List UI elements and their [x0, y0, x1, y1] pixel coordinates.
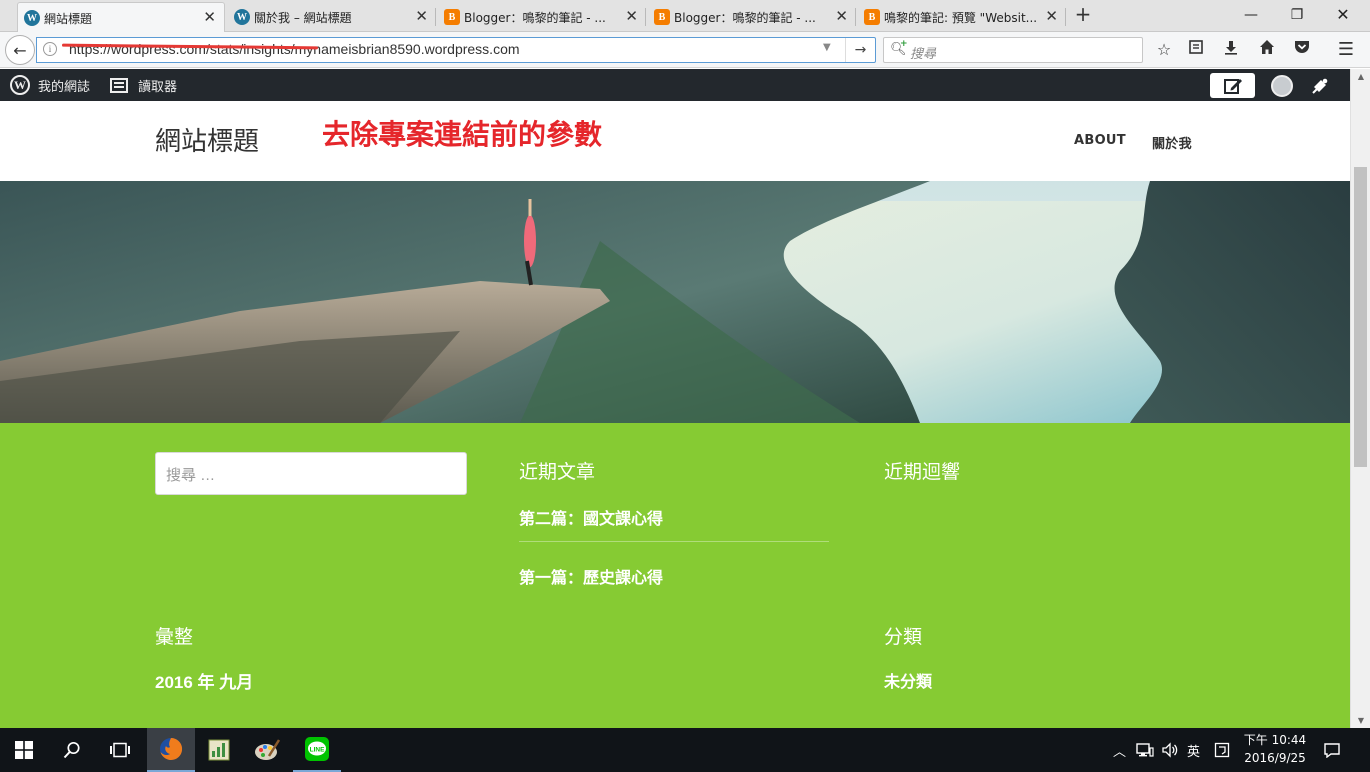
reader-link[interactable]: 讀取器 — [110, 69, 177, 101]
minimize-button[interactable]: — — [1228, 0, 1274, 30]
firefox-icon — [160, 737, 183, 760]
my-site-link[interactable]: W 我的網誌 — [10, 69, 90, 101]
site-content: 網站標題 去除專案連結前的參數 ABOUT 關於我 搜尋 … 近期文章 第二篇：… — [0, 101, 1350, 728]
input-method-indicator[interactable]: 英 — [1187, 728, 1200, 772]
tab-blogger-1[interactable]: B Blogger：鳴黎的筆記 - ... ✕ — [438, 2, 646, 32]
tab-blogger-preview[interactable]: B 鳴黎的筆記: 預覽 "Websit... ✕ — [858, 2, 1066, 32]
tab-blogger-2[interactable]: B Blogger：鳴黎的筆記 - ... ✕ — [648, 2, 856, 32]
show-hidden-icons-button[interactable]: ︿ — [1113, 728, 1126, 772]
windows-logo-icon — [15, 741, 33, 759]
archives-title: 彙整 — [155, 626, 194, 648]
network-icon[interactable] — [1136, 728, 1154, 772]
menu-hamburger-icon[interactable]: ☰ — [1334, 38, 1358, 62]
back-button[interactable]: ← — [5, 35, 35, 65]
svg-text:LINE: LINE — [310, 747, 325, 754]
ime-mode-icon[interactable] — [1214, 728, 1230, 772]
menu-item-about-me[interactable]: 關於我 — [1152, 133, 1192, 152]
red-annotation-text: 去除專案連結前的參數 — [322, 118, 603, 151]
search-icon — [63, 741, 80, 759]
back-arrow-icon: ← — [13, 40, 27, 60]
taskbar-search-button[interactable] — [48, 728, 96, 772]
close-tab-icon[interactable]: ✕ — [625, 8, 638, 24]
scroll-up-icon[interactable]: ▲ — [1355, 72, 1367, 81]
close-window-button[interactable]: ✕ — [1320, 0, 1366, 30]
recent-post-link[interactable]: 第二篇：國文課心得 — [519, 505, 663, 529]
browser-tab-bar: W 網站標題 ✕ W 關於我 – 網站標題 ✕ B Blogger：鳴黎的筆記 … — [0, 0, 1370, 33]
reader-label: 讀取器 — [138, 79, 178, 95]
chevron-up-icon: ︿ — [1113, 744, 1127, 760]
tab-title: Blogger：鳴黎的筆記 - ... — [464, 10, 606, 25]
category-link[interactable]: 未分類 — [884, 668, 932, 692]
edit-pencil-icon — [1223, 78, 1242, 94]
site-title[interactable]: 網站標題 — [155, 121, 259, 158]
dropdown-arrow-icon[interactable]: ▼ — [823, 42, 831, 53]
start-button[interactable] — [0, 728, 48, 772]
search-placeholder: 搜尋 — [910, 47, 937, 62]
add-search-engine-icon: + — [900, 39, 908, 49]
my-site-label: 我的網誌 — [38, 79, 91, 95]
clock-time: 下午 10:44 — [1243, 733, 1307, 747]
task-view-icon — [110, 742, 130, 758]
vertical-scrollbar[interactable]: ▲ ▼ — [1350, 69, 1370, 728]
taskbar-paint[interactable] — [243, 728, 291, 772]
url-bar[interactable]: i https://wordpress.com/stats/insights/m… — [36, 37, 876, 63]
taskbar-app-chart[interactable] — [195, 728, 243, 772]
blogger-icon: B — [654, 9, 670, 25]
recent-post-link[interactable]: 第一篇：歷史課心得 — [519, 564, 663, 588]
reading-list-icon[interactable] — [1184, 38, 1208, 62]
close-tab-icon[interactable]: ✕ — [835, 8, 848, 24]
pocket-icon[interactable] — [1290, 38, 1314, 62]
go-arrow-icon[interactable]: → — [845, 38, 875, 62]
restore-button[interactable]: ❐ — [1274, 0, 1320, 30]
wp-admin-bar: W 我的網誌 讀取器 — [0, 69, 1370, 101]
close-tab-icon[interactable]: ✕ — [203, 9, 216, 25]
recent-comments-title: 近期迴響 — [884, 461, 961, 483]
divider — [519, 541, 829, 542]
footer-widgets: 搜尋 … 近期文章 第二篇：國文課心得 第一篇：歷史課心得 近期迴響 彙整 20… — [0, 423, 1350, 728]
line-app-icon: LINE — [305, 737, 329, 761]
paint-icon — [255, 739, 280, 760]
action-center-icon[interactable] — [1323, 728, 1341, 772]
task-view-button[interactable] — [96, 728, 144, 772]
clock-date: 2016/9/25 — [1244, 751, 1306, 765]
archive-link[interactable]: 2016 年 九月 — [155, 668, 253, 693]
scroll-thumb[interactable] — [1354, 167, 1367, 467]
wordpress-logo-icon: W — [10, 75, 30, 95]
search-field[interactable]: 🔍︎ + 搜尋 — [883, 37, 1143, 63]
blogger-icon: B — [444, 9, 460, 25]
tab-about[interactable]: W 關於我 – 網站標題 ✕ — [228, 2, 436, 32]
tab-title: 鳴黎的筆記: 預覽 "Websit... — [884, 10, 1038, 25]
menu-item-about[interactable]: ABOUT — [1074, 133, 1126, 148]
widget-search-input[interactable]: 搜尋 … — [155, 452, 467, 495]
chart-app-icon — [208, 739, 230, 761]
system-clock[interactable]: 下午 10:44 2016/9/25 — [1240, 731, 1310, 767]
volume-icon[interactable] — [1161, 728, 1179, 772]
scroll-down-icon[interactable]: ▼ — [1355, 716, 1367, 725]
info-icon[interactable]: i — [43, 42, 57, 56]
taskbar-firefox[interactable] — [147, 728, 195, 772]
close-tab-icon[interactable]: ✕ — [415, 8, 428, 24]
recent-posts-title: 近期文章 — [519, 461, 596, 483]
blogger-icon: B — [864, 9, 880, 25]
close-tab-icon[interactable]: ✕ — [1045, 8, 1058, 24]
wordpress-icon: W — [234, 9, 250, 25]
write-post-button[interactable] — [1210, 73, 1255, 98]
header-image — [0, 181, 1350, 423]
new-tab-button[interactable]: + — [1072, 4, 1094, 26]
tab-title: 網站標題 — [44, 11, 93, 26]
avatar[interactable] — [1271, 75, 1293, 97]
download-icon[interactable] — [1219, 38, 1243, 62]
tab-title: Blogger：鳴黎的筆記 - ... — [674, 10, 816, 25]
reader-icon — [110, 77, 128, 93]
categories-title: 分類 — [884, 626, 923, 648]
wordpress-icon: W — [24, 10, 40, 26]
windows-taskbar: LINE ︿ 英 下午 10:44 2016/9/25 — [0, 728, 1370, 772]
navigation-toolbar: ← i https://wordpress.com/stats/insights… — [0, 32, 1370, 68]
home-icon[interactable] — [1255, 38, 1279, 62]
tab-site-home[interactable]: W 網站標題 ✕ — [17, 2, 225, 33]
bookmark-star-icon[interactable]: ☆ — [1152, 38, 1176, 62]
tab-title: 關於我 – 網站標題 — [254, 10, 352, 25]
notifications-icon[interactable] — [1308, 74, 1332, 98]
taskbar-line[interactable]: LINE — [293, 728, 341, 772]
